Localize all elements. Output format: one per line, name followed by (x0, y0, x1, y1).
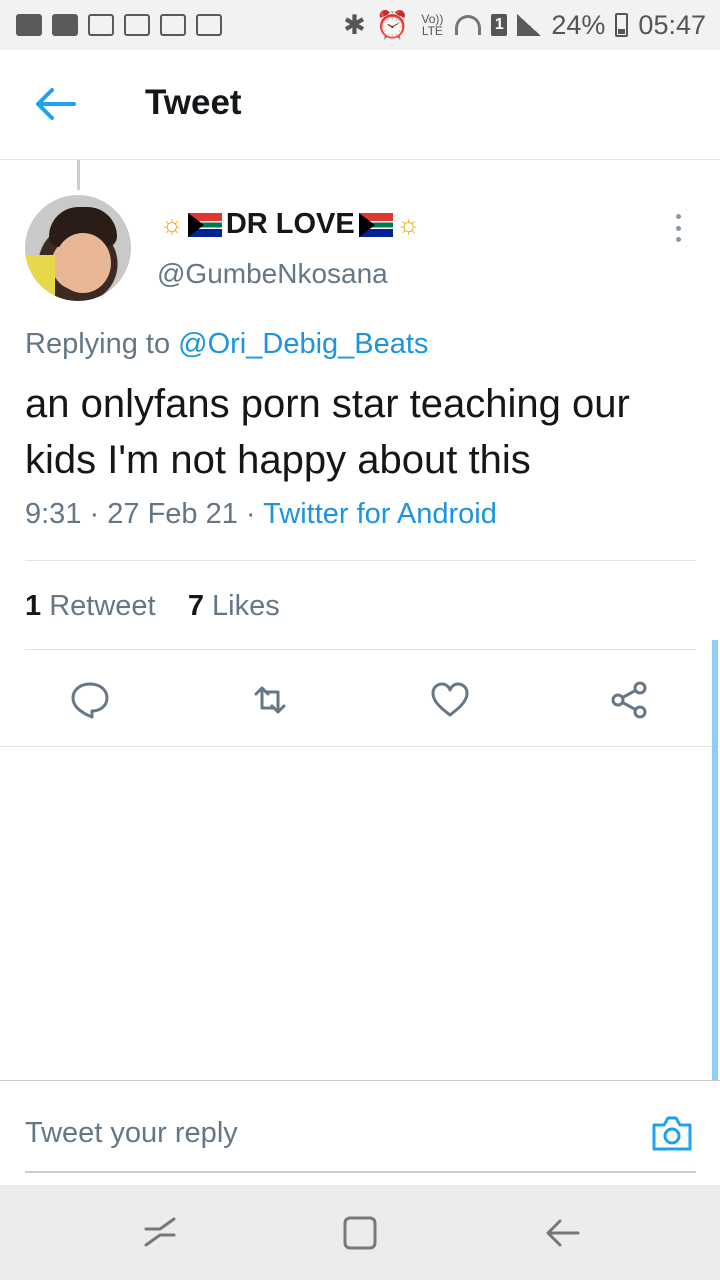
sim-icon: 1 (491, 14, 508, 36)
volte-icon: Vo)) LTE (421, 12, 444, 38)
app-header: Tweet (0, 50, 720, 160)
display-name[interactable]: ☼ DR LOVE ☼ (160, 208, 421, 241)
gallery-icon (196, 14, 222, 36)
tweet-actions (0, 650, 720, 747)
gmail-icon (88, 14, 114, 36)
battery-percent: 24% (551, 9, 606, 40)
checkbox-icon (160, 14, 186, 36)
tweet-date: 27 Feb 21 (107, 498, 238, 530)
thread-line (77, 160, 80, 190)
scrollbar[interactable] (712, 640, 718, 1080)
replying-to: Replying to @Ori_Debig_Beats (25, 328, 428, 361)
reply-bar: Tweet your reply (0, 1080, 720, 1185)
south-africa-flag-icon (187, 212, 222, 237)
tweet-text: an onlyfans porn star teaching our kids … (25, 382, 630, 482)
retweets-stat[interactable]: 1 Retweet (25, 590, 156, 622)
clock: 05:47 (638, 9, 706, 40)
system-nav-bar (0, 1185, 720, 1280)
notification-icon (52, 14, 78, 36)
status-bar: ✱ ⏰ Vo)) LTE 1 24% 05:47 (0, 0, 720, 50)
home-icon[interactable] (340, 1213, 380, 1253)
notification-icons (16, 14, 222, 36)
reply-input-underline (25, 1171, 696, 1173)
tweet-time: 9:31 (25, 498, 82, 530)
south-africa-flag-icon (358, 212, 393, 237)
divider (25, 560, 696, 561)
share-icon[interactable] (610, 680, 650, 720)
recent-apps-icon[interactable] (140, 1213, 180, 1253)
meta-separator: · (245, 498, 256, 530)
back-nav-icon[interactable] (542, 1213, 582, 1253)
message-icon (16, 14, 42, 36)
alarm-icon: ⏰ (375, 10, 410, 40)
signal-icon (517, 14, 542, 36)
tweet-stats: 1 Retweet 7 Likes (25, 590, 280, 623)
gmail-icon (124, 14, 150, 36)
tweet-meta: 9:31 · 27 Feb 21 · Twitter for Android (25, 498, 497, 531)
camera-icon[interactable] (650, 1113, 694, 1153)
sun-emoji-icon: ☼ (160, 209, 184, 239)
more-vertical-icon[interactable] (668, 214, 688, 242)
retweet-icon[interactable] (250, 680, 290, 720)
bluetooth-icon: ✱ (343, 9, 366, 40)
likes-stat[interactable]: 7 Likes (188, 590, 280, 622)
replying-label: Replying to (25, 328, 171, 360)
battery-icon (615, 13, 629, 37)
reply-icon[interactable] (70, 680, 110, 720)
page-title: Tweet (145, 83, 242, 122)
sun-emoji-icon: ☼ (396, 209, 421, 239)
replying-mention-link[interactable]: @Ori_Debig_Beats (178, 328, 428, 360)
meta-separator: · (89, 498, 100, 530)
wifi-icon (455, 15, 482, 35)
system-icons: ✱ ⏰ Vo)) LTE 1 24% 05:47 (343, 9, 706, 41)
avatar[interactable] (25, 195, 131, 301)
display-name-text: DR LOVE (225, 208, 355, 240)
tweet-source-link[interactable]: Twitter for Android (263, 498, 497, 530)
reply-input[interactable]: Tweet your reply (25, 1117, 238, 1150)
heart-icon[interactable] (430, 680, 470, 720)
arrow-left-icon[interactable] (34, 86, 78, 122)
user-handle[interactable]: @GumbeNkosana (157, 258, 388, 290)
